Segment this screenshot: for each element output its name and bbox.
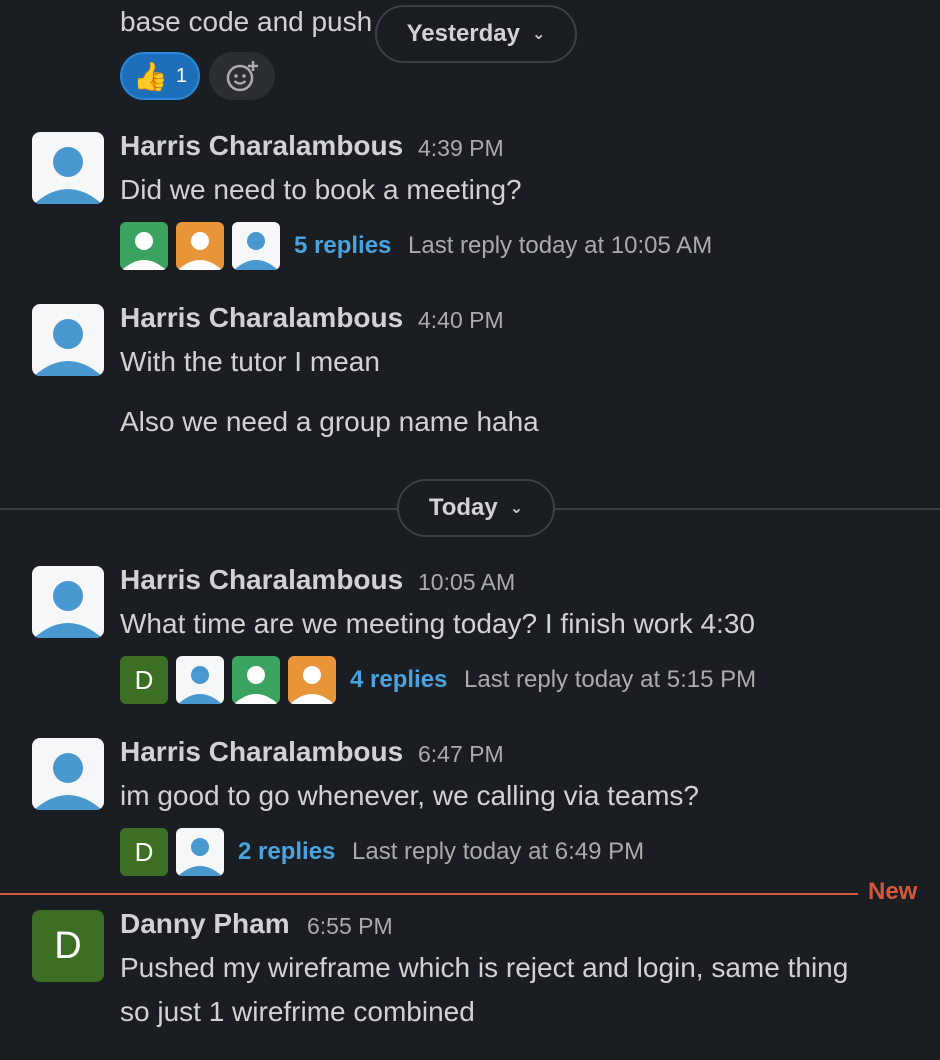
chevron-down-icon: ⌄ bbox=[509, 500, 524, 517]
user-avatar-icon bbox=[178, 838, 222, 876]
message-text: With the tutor I mean bbox=[120, 346, 380, 377]
user-avatar-icon bbox=[178, 232, 222, 270]
thread-last-reply: Last reply today at 6:49 PM bbox=[352, 838, 645, 865]
message-text: Pushed my wireframe which is reject and … bbox=[120, 952, 849, 983]
user-avatar-icon bbox=[34, 581, 102, 638]
avatar bbox=[176, 222, 224, 270]
message-text: What time are we meeting today? I finish… bbox=[120, 608, 755, 639]
message-author[interactable]: Harris Charalambous bbox=[120, 130, 403, 162]
avatar[interactable]: D bbox=[32, 910, 104, 982]
thread-participants[interactable] bbox=[120, 222, 280, 270]
message-timestamp[interactable]: 4:39 PM bbox=[418, 135, 504, 162]
message-timestamp[interactable]: 6:47 PM bbox=[418, 741, 504, 768]
thread-participants[interactable]: D bbox=[120, 828, 224, 876]
avatar: D bbox=[120, 656, 168, 704]
thread-replies-link[interactable]: 5 replies bbox=[294, 232, 391, 260]
message-text: Also we need a group name haha bbox=[120, 406, 539, 437]
message-author[interactable]: Harris Charalambous bbox=[120, 564, 403, 596]
message-author[interactable]: Harris Charalambous bbox=[120, 302, 403, 334]
avatar[interactable] bbox=[32, 304, 104, 376]
user-avatar-icon bbox=[34, 147, 102, 204]
thread-last-reply: Last reply today at 5:15 PM bbox=[464, 666, 757, 693]
message-timestamp[interactable]: 4:40 PM bbox=[418, 307, 504, 334]
message-timestamp[interactable]: 6:55 PM bbox=[307, 913, 393, 940]
add-reaction-button[interactable] bbox=[209, 52, 275, 100]
message-text: im good to go whenever, we calling via t… bbox=[120, 780, 699, 811]
user-avatar-icon bbox=[34, 319, 102, 376]
chevron-down-icon: ⌄ bbox=[532, 26, 546, 43]
avatar: D bbox=[120, 828, 168, 876]
reaction-thumbs-up[interactable]: 👍 1 bbox=[120, 52, 200, 100]
avatar bbox=[120, 222, 168, 270]
avatar bbox=[176, 828, 224, 876]
message-author[interactable]: Danny Pham bbox=[120, 908, 290, 940]
message-text: so just 1 wirefrime combined bbox=[120, 996, 475, 1027]
thread-replies-link[interactable]: 4 replies bbox=[350, 666, 447, 694]
avatar-letter: D bbox=[134, 836, 154, 867]
avatar bbox=[232, 656, 280, 704]
thumbs-up-icon: 👍 bbox=[133, 60, 168, 92]
date-label: Yesterday bbox=[406, 20, 520, 47]
new-messages-label: New bbox=[868, 878, 918, 905]
avatar[interactable] bbox=[32, 132, 104, 204]
avatar bbox=[176, 656, 224, 704]
message-author[interactable]: Harris Charalambous bbox=[120, 736, 403, 768]
avatar-letter: D bbox=[134, 664, 154, 695]
date-divider-yesterday[interactable]: Yesterday ⌄ bbox=[375, 5, 577, 63]
add-emoji-icon bbox=[226, 61, 258, 92]
user-avatar-icon bbox=[234, 232, 278, 270]
user-avatar-icon bbox=[34, 753, 102, 810]
thread-participants[interactable]: D bbox=[120, 656, 336, 704]
thread-last-reply: Last reply today at 10:05 AM bbox=[408, 232, 713, 259]
avatar[interactable] bbox=[32, 566, 104, 638]
partial-message-text: base code and push bbox=[120, 6, 373, 37]
avatar bbox=[288, 656, 336, 704]
user-avatar-icon bbox=[178, 666, 222, 704]
message-text: Did we need to book a meeting? bbox=[120, 174, 522, 205]
avatar-letter: D bbox=[54, 924, 82, 967]
avatar bbox=[232, 222, 280, 270]
avatar[interactable] bbox=[32, 738, 104, 810]
date-divider-today[interactable]: Today ⌄ bbox=[397, 479, 555, 537]
thread-replies-link[interactable]: 2 replies bbox=[238, 838, 335, 866]
user-avatar-icon bbox=[122, 232, 166, 270]
reaction-count: 1 bbox=[175, 64, 187, 87]
new-messages-line bbox=[0, 893, 858, 895]
message-timestamp[interactable]: 10:05 AM bbox=[418, 569, 515, 596]
date-label: Today bbox=[428, 494, 498, 521]
user-avatar-icon bbox=[234, 666, 278, 704]
user-avatar-icon bbox=[290, 666, 334, 704]
